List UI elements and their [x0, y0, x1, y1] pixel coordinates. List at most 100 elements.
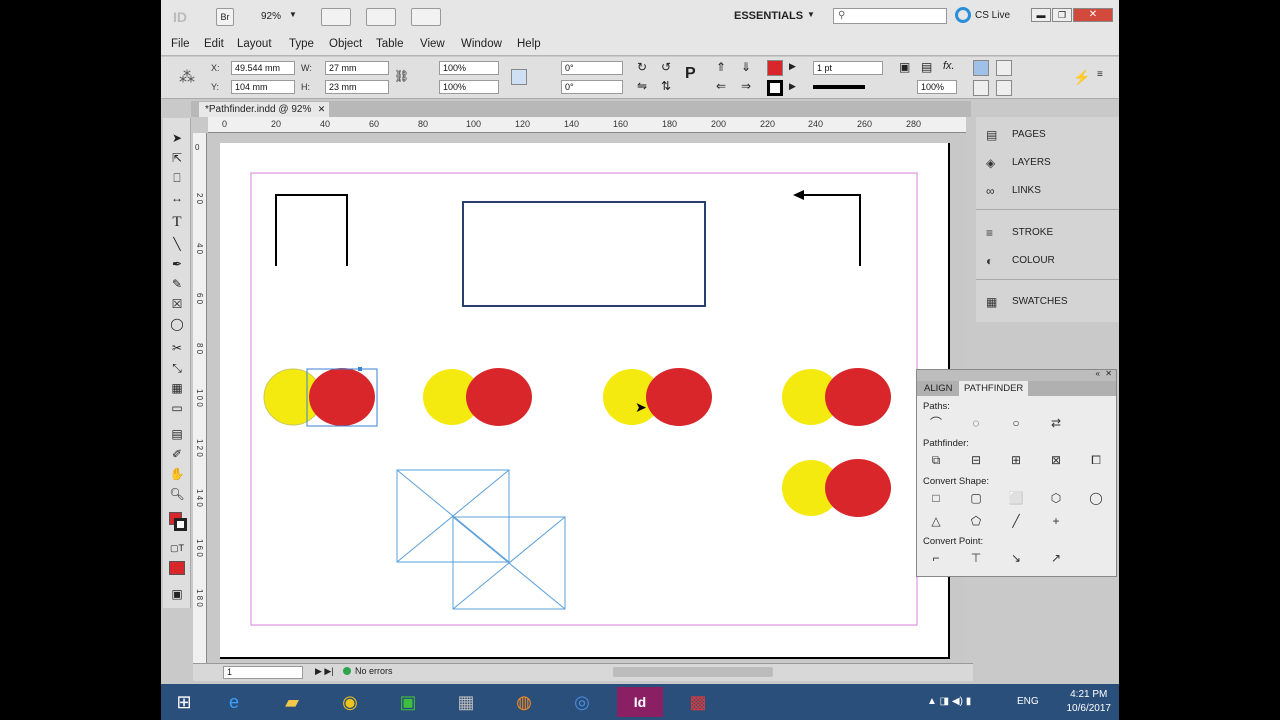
- file-explorer-icon[interactable]: ▰: [269, 687, 315, 717]
- indesign-taskbar-icon[interactable]: Id: [617, 687, 663, 717]
- close-tab-icon[interactable]: ✕: [318, 102, 326, 117]
- panel-pages[interactable]: ▤ PAGES: [976, 122, 1119, 148]
- constrain-proportions-icon[interactable]: ⛓: [394, 69, 409, 83]
- zoom-level[interactable]: 92%: [261, 11, 281, 22]
- red-circle[interactable]: [646, 368, 712, 426]
- search-input[interactable]: ⚲: [833, 8, 947, 24]
- page-nav-icon[interactable]: ▶ ▶|: [315, 666, 334, 677]
- menu-table[interactable]: Table: [376, 38, 404, 50]
- red-circle[interactable]: [825, 368, 891, 426]
- rotate-cw-icon[interactable]: ↻: [637, 60, 647, 74]
- corner-point-icon[interactable]: ⊤: [967, 550, 985, 566]
- apply-color-icon[interactable]: [169, 561, 185, 575]
- scale-y-field[interactable]: 100%: [439, 80, 499, 94]
- x-field[interactable]: 49.544 mm: [231, 61, 295, 75]
- line-shape-icon[interactable]: ╱: [1007, 513, 1025, 529]
- reverse-path-icon[interactable]: ⇄: [1047, 415, 1065, 431]
- panel-layers[interactable]: ◈ LAYERS: [976, 150, 1119, 176]
- type-tool-icon[interactable]: T: [168, 214, 186, 230]
- intersect-icon[interactable]: ⊞: [1007, 452, 1025, 468]
- workspace-dropdown-icon[interactable]: ▼: [807, 10, 815, 19]
- text-wrap-icon[interactable]: ▣: [899, 60, 910, 74]
- vertical-ruler[interactable]: 0 2 0 4 0 6 0 8 0 1 0 0 1 2 0 1 4 0 1 6 …: [193, 133, 207, 663]
- direct-selection-tool-icon[interactable]: ⇱: [168, 150, 186, 166]
- zoom-dropdown-icon[interactable]: ▼: [289, 10, 297, 19]
- ellipse-tool-icon[interactable]: ◯: [168, 316, 186, 332]
- app-icon[interactable]: ▦: [443, 687, 489, 717]
- rectangle-frame[interactable]: [462, 201, 706, 307]
- select-container-icon[interactable]: ⇑: [716, 60, 726, 74]
- close-path-icon[interactable]: ○: [1007, 415, 1025, 431]
- y-field[interactable]: 104 mm: [231, 80, 295, 94]
- add-icon[interactable]: ⧉: [927, 452, 945, 468]
- fx-icon[interactable]: fx.: [943, 60, 955, 72]
- fit-content-icon[interactable]: [996, 60, 1012, 76]
- open-path-shape[interactable]: [275, 194, 348, 266]
- plain-point-icon[interactable]: ⌐: [927, 550, 945, 566]
- rotate-field[interactable]: 0°: [561, 61, 623, 75]
- panel-swatches[interactable]: ▦ SWATCHES: [976, 289, 1119, 315]
- start-button[interactable]: ⊞: [161, 687, 207, 717]
- tab-align[interactable]: ALIGN: [919, 381, 958, 396]
- menu-type[interactable]: Type: [289, 38, 314, 50]
- zoom-tool-icon[interactable]: 🔍︎: [168, 486, 186, 502]
- select-prev-icon[interactable]: ⇐: [716, 79, 726, 93]
- view-options-button[interactable]: [321, 8, 351, 26]
- panel-menu-icon[interactable]: ≡: [1097, 69, 1103, 80]
- subtract-icon[interactable]: ⊟: [967, 452, 985, 468]
- panel-links[interactable]: ∞ LINKS: [976, 178, 1119, 204]
- language-indicator[interactable]: ENG: [1017, 696, 1039, 707]
- document-tab[interactable]: *Pathfinder.indd @ 92% ✕: [199, 102, 330, 117]
- screen-mode-button[interactable]: [366, 8, 396, 26]
- clock[interactable]: 4:21 PM 10/6/2017: [1067, 688, 1112, 716]
- menu-help[interactable]: Help: [517, 38, 541, 50]
- panel-colour[interactable]: ◐ COLOUR: [976, 248, 1119, 274]
- menu-layout[interactable]: Layout: [237, 38, 272, 50]
- flip-v-icon[interactable]: ⇅: [661, 79, 671, 93]
- flip-h-icon[interactable]: ⇋: [637, 79, 647, 93]
- cslive-label[interactable]: CS Live: [975, 10, 1010, 21]
- page-tool-icon[interactable]: ⎕: [168, 170, 186, 186]
- minimize-button[interactable]: ▬: [1031, 8, 1051, 22]
- line-tool-icon[interactable]: ╲: [168, 236, 186, 252]
- screen-mode-icon[interactable]: ▣: [168, 586, 186, 602]
- preflight-status-label[interactable]: No errors: [355, 666, 393, 676]
- scissors-tool-icon[interactable]: ✂: [168, 340, 186, 356]
- horizontal-scrollbar[interactable]: [613, 667, 773, 677]
- lightning-icon[interactable]: ⚡: [1073, 69, 1090, 86]
- rectangle-frame-tool-icon[interactable]: ☒: [168, 296, 186, 312]
- scale-link-icon[interactable]: [511, 69, 527, 85]
- stroke-swatch[interactable]: [767, 80, 783, 96]
- opacity-field[interactable]: 100%: [917, 80, 957, 94]
- polygon-shape-icon[interactable]: ⬠: [967, 513, 985, 529]
- firefox-icon[interactable]: ◍: [501, 687, 547, 717]
- frame-fitting-icon[interactable]: [973, 60, 989, 76]
- arrow-path-shape[interactable]: [795, 194, 861, 266]
- close-button[interactable]: ✕: [1073, 8, 1113, 22]
- symmetrical-point-icon[interactable]: ↗: [1047, 550, 1065, 566]
- store-icon[interactable]: ▣: [385, 687, 431, 717]
- bridge-button[interactable]: Br: [216, 8, 234, 26]
- triangle-shape-icon[interactable]: △: [927, 513, 945, 529]
- center-content-icon[interactable]: [996, 80, 1012, 96]
- chromium-icon[interactable]: ◎: [559, 687, 605, 717]
- workspace-switcher[interactable]: ESSENTIALS: [734, 10, 803, 22]
- document-page[interactable]: ➤: [220, 143, 950, 659]
- scale-x-field[interactable]: 100%: [439, 61, 499, 75]
- beveled-rectangle-icon[interactable]: ⬜: [1007, 490, 1025, 506]
- inverse-rounded-icon[interactable]: ⬡: [1047, 490, 1065, 506]
- rounded-rectangle-icon[interactable]: ▢: [967, 490, 985, 506]
- eyedropper-tool-icon[interactable]: ✐: [168, 446, 186, 462]
- height-field[interactable]: 23 mm: [325, 80, 389, 94]
- effects-icon[interactable]: ▤: [921, 60, 932, 74]
- smooth-point-icon[interactable]: ↘: [1007, 550, 1025, 566]
- arrange-documents-button[interactable]: [411, 8, 441, 26]
- tray-icons[interactable]: ▲ ◨ ◀) ▮: [927, 696, 971, 707]
- formatting-affects-icon[interactable]: ▢T: [168, 540, 186, 556]
- selection-handle[interactable]: [358, 367, 362, 371]
- rectangle-shape-icon[interactable]: □: [927, 490, 945, 506]
- cslive-icon[interactable]: [955, 7, 971, 23]
- join-path-icon[interactable]: ⌒: [927, 415, 945, 431]
- reference-point-icon[interactable]: ⁂: [179, 67, 195, 87]
- select-content-icon[interactable]: ⇓: [741, 60, 751, 74]
